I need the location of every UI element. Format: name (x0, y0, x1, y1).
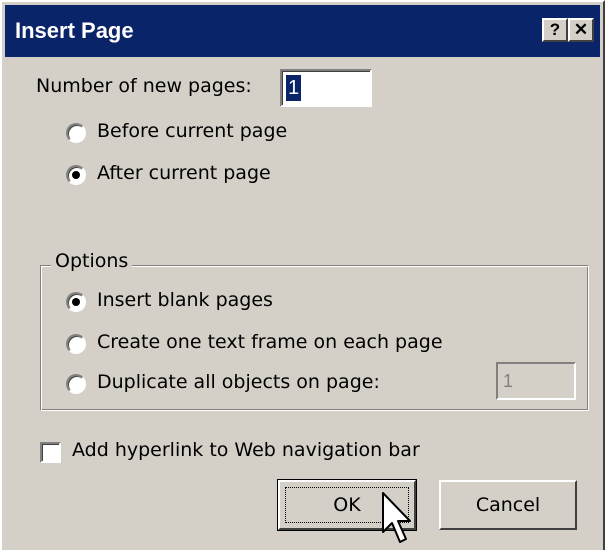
after-current-page-label: After current page (97, 162, 271, 184)
num-pages-value: 1 (286, 75, 302, 101)
radio-insert-blank-pages[interactable] (66, 292, 86, 312)
insert-page-dialog: Insert Page ? ✕ Number of new pages: 1 B… (0, 0, 605, 550)
close-icon: ✕ (573, 20, 589, 39)
num-pages-input[interactable]: 1 (280, 69, 372, 107)
radio-create-text-frame[interactable] (66, 334, 86, 354)
hyperlink-checkbox[interactable] (40, 442, 61, 463)
radio-selected-dot (72, 171, 80, 179)
before-current-page-label: Before current page (97, 120, 288, 142)
title-bar[interactable]: Insert Page ? ✕ (5, 5, 600, 57)
radio-before-current-page[interactable] (66, 123, 86, 143)
radio-after-current-page[interactable] (66, 165, 86, 185)
hyperlink-label: Add hyperlink to Web navigation bar (72, 439, 420, 461)
cancel-button-label: Cancel (475, 494, 541, 516)
radio-selected-dot (72, 298, 80, 306)
mouse-pointer-icon (382, 492, 411, 543)
help-button[interactable]: ? (542, 18, 568, 42)
radio-duplicate-objects[interactable] (66, 374, 86, 394)
cancel-button[interactable]: Cancel (439, 480, 577, 530)
num-pages-label: Number of new pages: (36, 75, 252, 97)
duplicate-page-input[interactable]: 1 (496, 362, 576, 400)
close-button[interactable]: ✕ (568, 18, 594, 42)
insert-blank-pages-label: Insert blank pages (97, 289, 273, 311)
duplicate-objects-label: Duplicate all objects on page: (97, 371, 380, 393)
dialog-title: Insert Page (15, 18, 134, 43)
options-group-legend: Options (51, 250, 133, 272)
create-text-frame-label: Create one text frame on each page (97, 331, 443, 353)
